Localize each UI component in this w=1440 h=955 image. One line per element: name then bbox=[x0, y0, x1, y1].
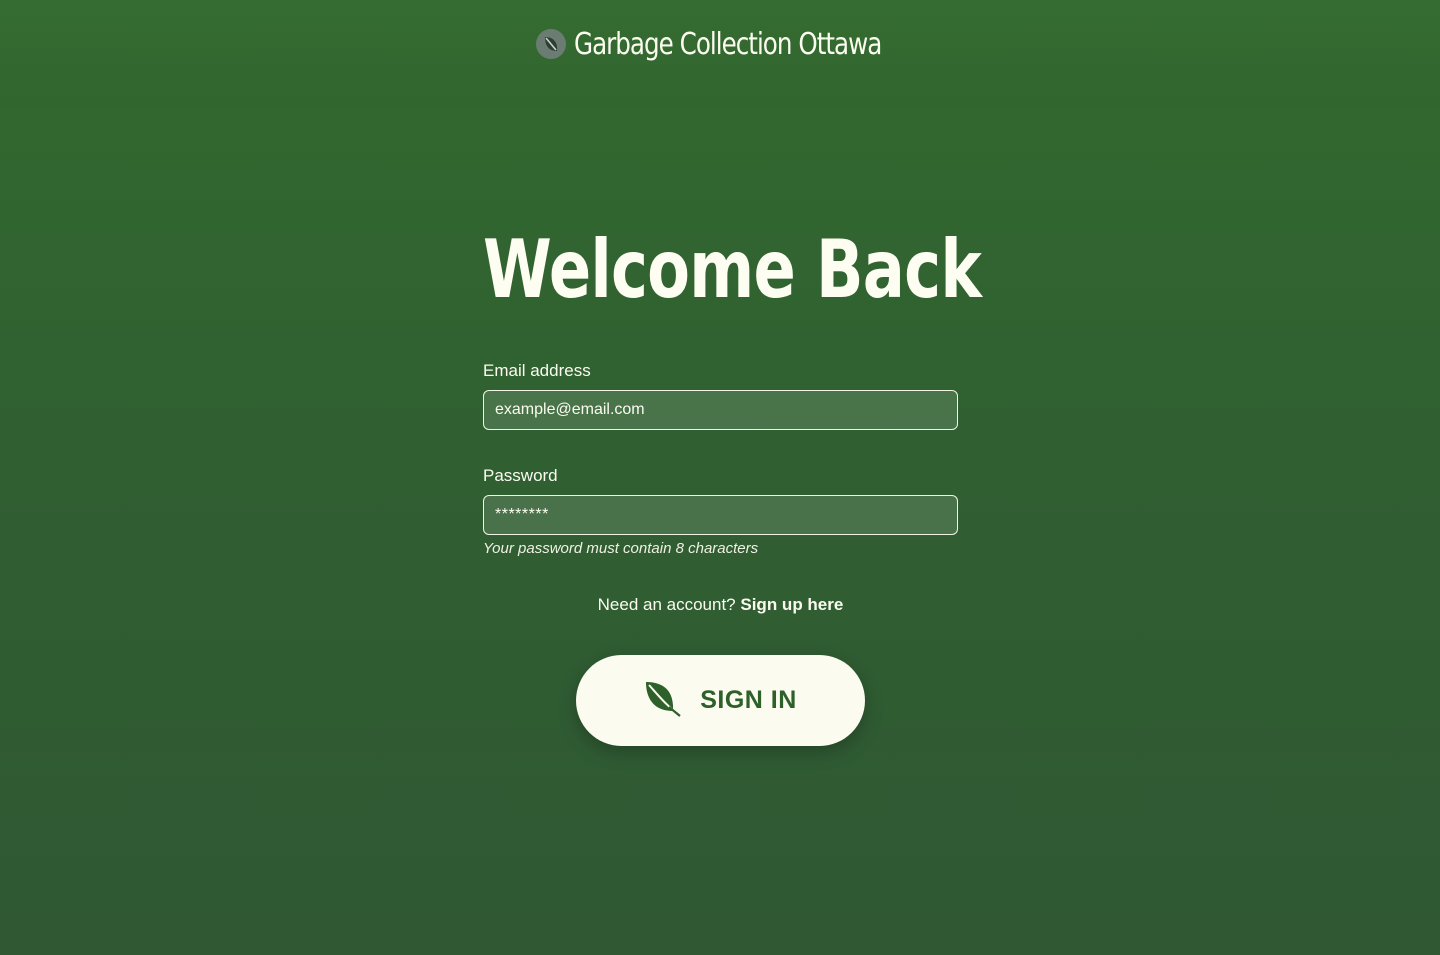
signup-prompt-text: Need an account? bbox=[597, 595, 736, 614]
password-field[interactable]: ******** bbox=[483, 495, 958, 535]
page-title: Welcome Back bbox=[483, 223, 982, 316]
password-label: Password bbox=[483, 466, 558, 485]
sign-in-button[interactable]: SIGN IN bbox=[576, 655, 865, 746]
email-label: Email address bbox=[483, 361, 591, 380]
brand[interactable]: Garbage Collection Ottawa bbox=[536, 27, 904, 62]
password-hint: Your password must contain 8 characters bbox=[483, 540, 759, 557]
app-title: Garbage Collection Ottawa bbox=[574, 26, 882, 62]
sign-in-form: Welcome Back Email address example@email… bbox=[483, 220, 982, 746]
password-value: ******** bbox=[495, 506, 549, 523]
email-field[interactable]: example@email.com bbox=[483, 390, 958, 430]
leaf-icon bbox=[644, 679, 682, 722]
top-header: Garbage Collection Ottawa bbox=[0, 0, 1440, 110]
signup-prompt: Need an account? Sign up here bbox=[483, 595, 958, 615]
leaf-badge-icon bbox=[536, 29, 566, 59]
sign-in-label: SIGN IN bbox=[700, 686, 797, 714]
signup-link[interactable]: Sign up here bbox=[740, 595, 843, 614]
email-value: example@email.com bbox=[495, 401, 645, 418]
